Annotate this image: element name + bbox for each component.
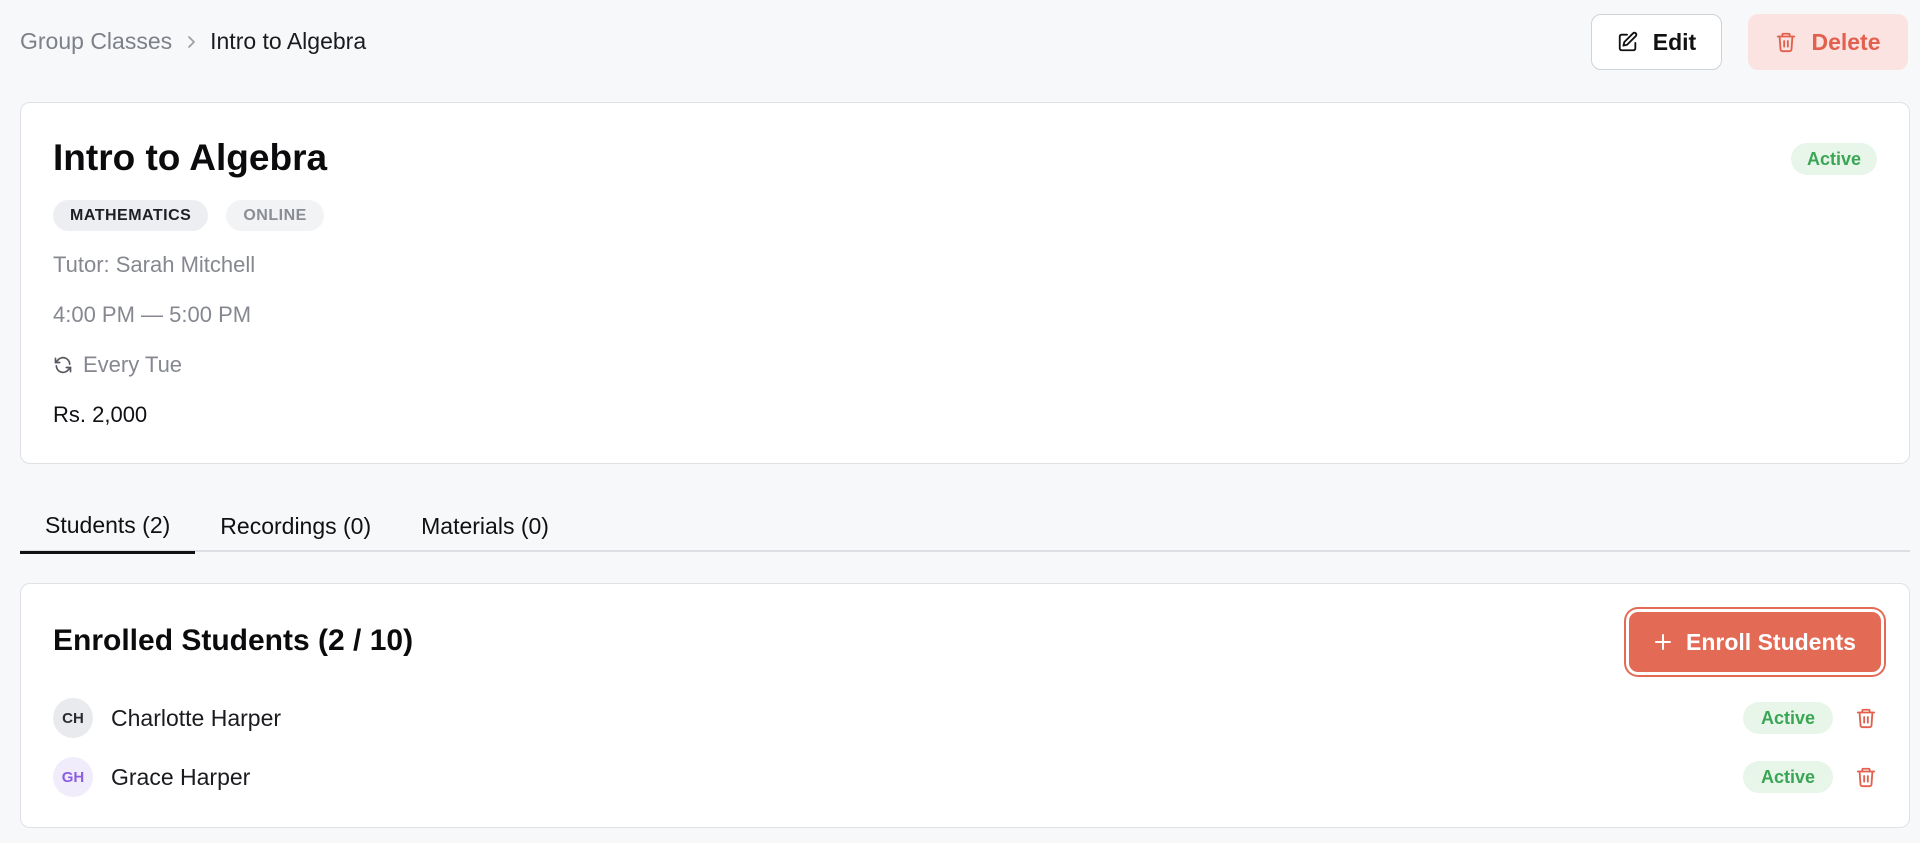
subject-tag: MATHEMATICS: [53, 200, 209, 231]
delete-button[interactable]: Delete: [1748, 14, 1908, 70]
tab-recordings[interactable]: Recordings (0): [195, 500, 396, 552]
trash-icon: [1775, 31, 1797, 53]
chevron-right-icon: [184, 35, 198, 49]
student-status-badge: Active: [1742, 761, 1833, 793]
recurrence-row: Every Tue: [53, 352, 182, 378]
student-name: Grace Harper: [111, 763, 251, 790]
avatar: GH: [53, 757, 93, 797]
enroll-students-button[interactable]: Enroll Students: [1629, 612, 1881, 672]
tab-bar: Students (2) Recordings (0) Materials (0…: [20, 500, 1910, 554]
breadcrumb-link-group-classes[interactable]: Group Classes: [20, 28, 172, 55]
tutor-text: Tutor: Sarah Mitchell: [53, 252, 256, 277]
tab-students[interactable]: Students (2): [20, 500, 196, 554]
avatar: CH: [53, 698, 93, 738]
enrolled-students-title: Enrolled Students (2 / 10): [53, 624, 414, 657]
breadcrumb: Group Classes Intro to Algebra: [20, 28, 366, 55]
student-name: Charlotte Harper: [111, 704, 282, 731]
top-actions: Edit Delete: [1591, 14, 1908, 70]
plus-icon: [1654, 633, 1672, 651]
class-details-card: Intro to Algebra Active MATHEMATICS ONLI…: [20, 102, 1910, 464]
student-row: CH Charlotte Harper Active: [53, 696, 1877, 740]
delete-button-label: Delete: [1811, 28, 1881, 55]
class-title: Intro to Algebra: [53, 137, 328, 178]
tab-materials[interactable]: Materials (0): [396, 500, 574, 552]
pencil-square-icon: [1617, 31, 1639, 53]
trash-icon: [1856, 767, 1876, 788]
recurrence-text: Every Tue: [83, 352, 183, 377]
trash-icon: [1856, 708, 1876, 729]
student-row: GH Grace Harper Active: [53, 755, 1877, 799]
mode-tag: ONLINE: [226, 200, 324, 231]
edit-button[interactable]: Edit: [1591, 14, 1722, 70]
status-badge: Active: [1790, 143, 1877, 175]
enroll-students-label: Enroll Students: [1686, 628, 1856, 655]
breadcrumb-current: Intro to Algebra: [210, 28, 367, 54]
schedule-time: 4:00 PM — 5:00 PM: [53, 302, 252, 327]
top-bar: Group Classes Intro to Algebra Edit Dele…: [20, 14, 1908, 72]
refresh-icon: [53, 355, 73, 375]
student-row-actions: Active: [1742, 702, 1877, 734]
edit-button-label: Edit: [1652, 28, 1697, 55]
remove-student-button[interactable]: [1855, 707, 1877, 729]
remove-student-button[interactable]: [1855, 766, 1877, 788]
class-price: Rs. 2,000: [53, 402, 148, 427]
class-tags: MATHEMATICS ONLINE: [53, 200, 324, 231]
student-status-badge: Active: [1742, 702, 1833, 734]
enrolled-students-card: Enrolled Students (2 / 10) Enroll Studen…: [20, 583, 1910, 828]
student-row-actions: Active: [1742, 761, 1877, 793]
